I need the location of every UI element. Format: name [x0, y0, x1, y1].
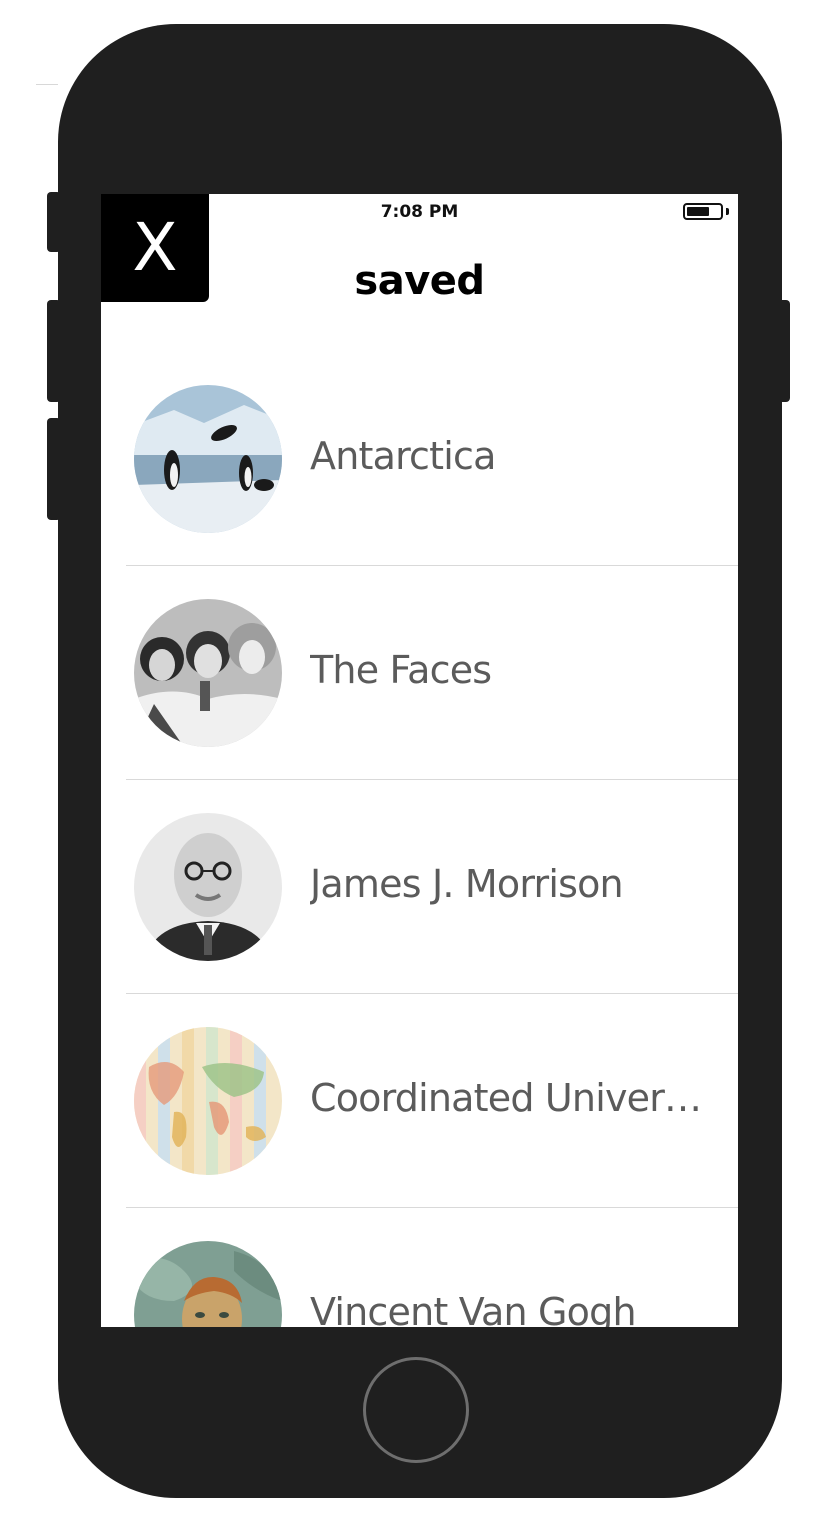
list-item[interactable]: Antarctica	[101, 352, 738, 566]
list-item[interactable]: The Faces	[101, 566, 738, 780]
list-item[interactable]: James J. Morrison	[101, 780, 738, 994]
painting-image-icon	[134, 1241, 282, 1327]
world-map-image-icon	[134, 1027, 282, 1175]
list-item-label: Antarctica	[310, 434, 496, 478]
home-button[interactable]	[363, 1357, 469, 1463]
penguins-photo-icon	[134, 385, 282, 533]
battery-fill	[687, 207, 710, 216]
mockup-canvas: 7:08 PM X saved Antarctica The Faces Jam…	[0, 0, 837, 1520]
list-item-label: Vincent Van Gogh	[310, 1290, 637, 1327]
saved-list: Antarctica The Faces James J. Morrison C…	[101, 352, 738, 1327]
phone-screen: 7:08 PM X saved Antarctica The Faces Jam…	[101, 194, 738, 1327]
page-title: saved	[354, 258, 485, 304]
list-item[interactable]: Vincent Van Gogh	[101, 1208, 738, 1327]
list-item[interactable]: Coordinated Univer…	[101, 994, 738, 1208]
battery-tip	[726, 208, 729, 215]
portrait-photo-icon	[134, 813, 282, 961]
list-item-label: The Faces	[310, 648, 492, 692]
list-item-label: James J. Morrison	[310, 862, 624, 906]
battery-icon	[683, 203, 723, 220]
canvas-divider	[36, 84, 58, 85]
band-photo-icon	[134, 599, 282, 747]
list-item-label: Coordinated Univer…	[310, 1076, 702, 1120]
